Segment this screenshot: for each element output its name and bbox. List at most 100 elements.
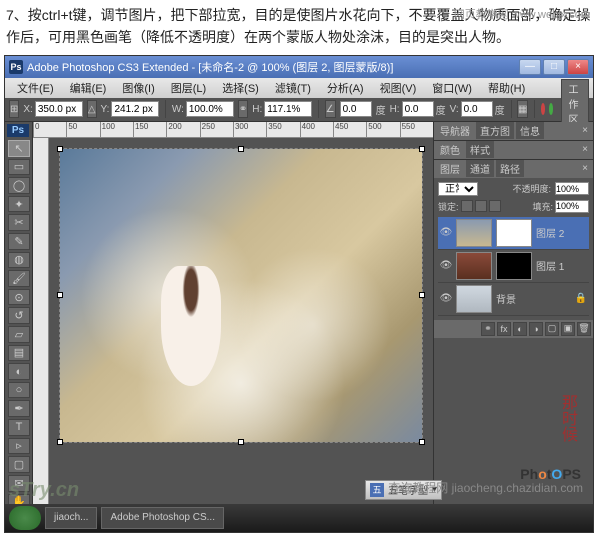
opt-x-input[interactable] xyxy=(35,101,83,117)
tab-navigator[interactable]: 导航器 xyxy=(436,122,474,139)
layer-name[interactable]: 背景 xyxy=(496,291,516,306)
close-button[interactable]: × xyxy=(567,59,589,75)
panel-close-icon[interactable]: × xyxy=(579,125,591,136)
cancel-transform-icon[interactable] xyxy=(541,103,545,115)
opt-vskew-input[interactable] xyxy=(461,101,493,117)
menu-edit[interactable]: 编辑(E) xyxy=(62,78,115,98)
opt-y-input[interactable] xyxy=(111,101,159,117)
menu-help[interactable]: 帮助(H) xyxy=(480,78,533,98)
menu-view[interactable]: 视图(V) xyxy=(372,78,425,98)
document-canvas[interactable] xyxy=(59,148,423,443)
menu-window[interactable]: 窗口(W) xyxy=(424,78,480,98)
blur-tool[interactable]: ◐ xyxy=(8,363,30,380)
commit-transform-icon[interactable] xyxy=(549,103,553,115)
add-mask-button[interactable]: ◐ xyxy=(513,322,527,336)
panel-close-icon[interactable]: × xyxy=(579,144,591,155)
tab-layers[interactable]: 图层 xyxy=(436,160,464,177)
lock-all-icon[interactable] xyxy=(489,200,501,212)
transform-handle-mr[interactable] xyxy=(419,292,425,298)
menu-image[interactable]: 图像(I) xyxy=(114,78,162,98)
new-adjustment-button[interactable]: ◑ xyxy=(529,322,543,336)
tab-color[interactable]: 颜色 xyxy=(436,141,464,158)
triangle-icon[interactable]: △ xyxy=(87,100,97,118)
minimize-button[interactable]: — xyxy=(519,59,541,75)
link-icon[interactable]: ⚭ xyxy=(238,100,248,118)
type-tool[interactable]: T xyxy=(8,419,30,436)
menu-file[interactable]: 文件(E) xyxy=(9,78,62,98)
tab-paths[interactable]: 路径 xyxy=(496,160,524,177)
shape-tool[interactable]: ▢ xyxy=(8,456,30,473)
visibility-eye-icon[interactable]: 👁 xyxy=(440,293,452,305)
stamp-tool[interactable]: ⊙ xyxy=(8,289,30,306)
fill-input[interactable] xyxy=(555,200,589,213)
menu-filter[interactable]: 滤镜(T) xyxy=(267,78,319,98)
opt-hskew-input[interactable] xyxy=(402,101,434,117)
transform-handle-br[interactable] xyxy=(419,439,425,445)
tab-info[interactable]: 信息 xyxy=(516,122,544,139)
lock-pixels-icon[interactable] xyxy=(461,200,473,212)
opt-h-input[interactable] xyxy=(264,101,312,117)
pen-tool[interactable]: ✒ xyxy=(8,400,30,417)
heal-tool[interactable]: ◍ xyxy=(8,252,30,269)
ime-icon[interactable]: 五 xyxy=(370,483,384,497)
wand-tool[interactable]: ✦ xyxy=(8,196,30,213)
history-brush-tool[interactable]: ↺ xyxy=(8,307,30,324)
canvas-viewport[interactable] xyxy=(49,138,433,514)
layer-style-button[interactable]: fx xyxy=(497,322,511,336)
layers-panel-footer: ⚭ fx ◐ ◑ ▢ ▣ 🗑 xyxy=(434,320,593,338)
layer-thumbnail[interactable] xyxy=(456,252,492,280)
transform-handle-tr[interactable] xyxy=(419,146,425,152)
lasso-tool[interactable]: ◯ xyxy=(8,177,30,194)
blend-mode-select[interactable]: 正常 xyxy=(438,182,478,196)
menu-layer[interactable]: 图层(L) xyxy=(163,78,214,98)
warp-icon[interactable]: ▦ xyxy=(517,100,528,118)
new-group-button[interactable]: ▢ xyxy=(545,322,559,336)
crop-tool[interactable]: ✂ xyxy=(8,214,30,231)
opt-angle-input[interactable] xyxy=(340,101,372,117)
options-bar: ⊞ X: △ Y: W: ⚭ H: ∠ 度 H:度 V:度 ▦ 工作区 ▾ xyxy=(5,98,593,122)
maximize-button[interactable]: □ xyxy=(543,59,565,75)
watermark-calligraphy: 那时候 xyxy=(555,394,579,442)
link-layers-button[interactable]: ⚭ xyxy=(481,322,495,336)
transform-handle-tm[interactable] xyxy=(238,146,244,152)
visibility-eye-icon[interactable]: 👁 xyxy=(440,260,452,272)
dodge-tool[interactable]: ○ xyxy=(8,382,30,399)
tab-styles[interactable]: 样式 xyxy=(466,141,494,158)
layer-thumbnail[interactable] xyxy=(456,219,492,247)
new-layer-button[interactable]: ▣ xyxy=(561,322,575,336)
move-tool[interactable]: ↖ xyxy=(8,140,30,157)
delete-layer-button[interactable]: 🗑 xyxy=(577,322,591,336)
layer-mask-thumbnail[interactable] xyxy=(496,219,532,247)
transform-handle-ml[interactable] xyxy=(57,292,63,298)
layer-row[interactable]: 👁 背景 🔒 xyxy=(438,283,589,316)
opt-w-input[interactable] xyxy=(186,101,234,117)
marquee-tool[interactable]: ▭ xyxy=(8,159,30,176)
opacity-input[interactable] xyxy=(555,182,589,195)
start-button[interactable] xyxy=(9,506,41,530)
menu-select[interactable]: 选择(S) xyxy=(214,78,267,98)
lock-position-icon[interactable] xyxy=(475,200,487,212)
opt-hskew-label: H: xyxy=(390,104,400,115)
transform-handle-bl[interactable] xyxy=(57,439,63,445)
transform-handle-tl[interactable] xyxy=(57,146,63,152)
eyedropper-tool[interactable]: ✎ xyxy=(8,233,30,250)
visibility-eye-icon[interactable]: 👁 xyxy=(440,227,452,239)
menu-analysis[interactable]: 分析(A) xyxy=(319,78,372,98)
brush-tool[interactable]: 🖌 xyxy=(8,270,30,287)
tab-histogram[interactable]: 直方图 xyxy=(476,122,514,139)
panel-close-icon[interactable]: × xyxy=(579,163,591,174)
layer-row[interactable]: 👁 图层 2 xyxy=(438,217,589,250)
gradient-tool[interactable]: ▤ xyxy=(8,345,30,362)
transform-handle-bm[interactable] xyxy=(238,439,244,445)
layer-thumbnail[interactable] xyxy=(456,285,492,313)
layer-mask-thumbnail[interactable] xyxy=(496,252,532,280)
path-tool[interactable]: ▹ xyxy=(8,438,30,455)
reference-point-icon[interactable]: ⊞ xyxy=(9,100,19,118)
taskbar-item[interactable]: Adobe Photoshop CS... xyxy=(101,507,224,529)
eraser-tool[interactable]: ▱ xyxy=(8,326,30,343)
layer-row[interactable]: 👁 图层 1 xyxy=(438,250,589,283)
tab-channels[interactable]: 通道 xyxy=(466,160,494,177)
layer-name[interactable]: 图层 1 xyxy=(536,258,564,273)
layer-name[interactable]: 图层 2 xyxy=(536,225,564,240)
taskbar-item[interactable]: jiaoch... xyxy=(45,507,97,529)
